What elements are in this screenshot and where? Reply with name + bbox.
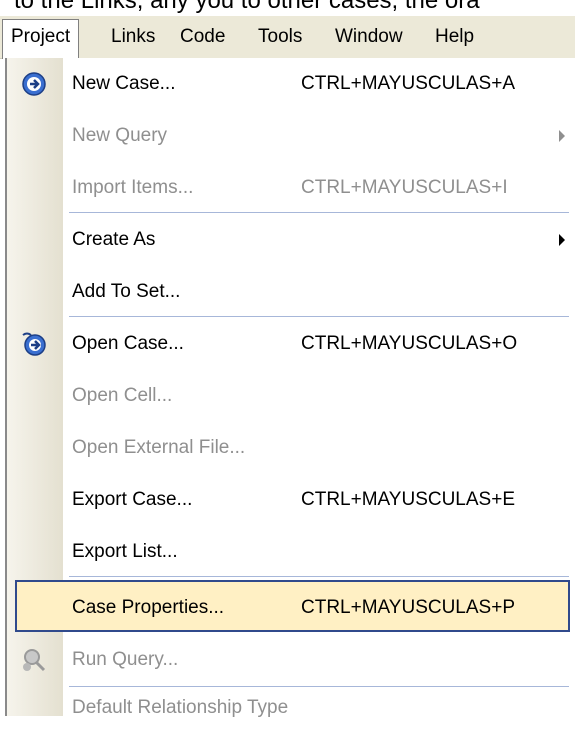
menu-separator [69, 686, 569, 687]
run-query-icon [23, 649, 46, 672]
menu-help[interactable]: Help [427, 20, 482, 54]
menu-item-label: Open Cell... [72, 385, 173, 406]
menu-item-label: New Query [72, 125, 168, 146]
menu-item-create-as[interactable]: Create As [7, 214, 575, 266]
menu-item-default-relationship-type[interactable]: Default Relationship Type [7, 688, 575, 736]
menu-item-export-list[interactable]: Export List... [7, 526, 575, 578]
menu-item-new-query[interactable]: New Query [7, 110, 575, 162]
menu-item-label: Export List... [72, 541, 178, 562]
menu-item-label: Import Items... [72, 177, 194, 198]
menu-item-label: Open Case... [72, 333, 184, 354]
menu-tools[interactable]: Tools [250, 20, 310, 54]
menu-item-shortcut: CTRL+MAYUSCULAS+P [301, 597, 515, 618]
menu-item-new-case[interactable]: New Case... CTRL+MAYUSCULAS+A [7, 58, 575, 110]
menu-item-shortcut: CTRL+MAYUSCULAS+A [301, 73, 515, 94]
menu-item-label: Create As [72, 229, 156, 250]
new-case-icon [22, 72, 46, 96]
menu-item-run-query[interactable]: Run Query... [7, 634, 575, 686]
menu-code[interactable]: Code [172, 20, 233, 54]
menu-item-label: Case Properties... [72, 597, 225, 618]
menu-item-label: Run Query... [72, 649, 179, 670]
menu-item-label: New Case... [72, 73, 176, 94]
menu-window[interactable]: Window [327, 20, 411, 54]
menu-project[interactable]: Project [2, 19, 80, 59]
menu-bar: Project Links Code Tools Window Help [0, 16, 575, 59]
menu-separator [69, 576, 569, 577]
project-dropdown-menu: New Case... CTRL+MAYUSCULAS+A New Query … [5, 58, 575, 718]
menu-item-open-case[interactable]: Open Case... CTRL+MAYUSCULAS+O [7, 318, 575, 370]
menu-item-shortcut: CTRL+MAYUSCULAS+O [301, 333, 518, 354]
menu-item-case-properties[interactable]: Case Properties... CTRL+MAYUSCULAS+P [15, 580, 570, 632]
menu-item-open-external-file[interactable]: Open External File... [7, 422, 575, 474]
menu-item-export-case[interactable]: Export Case... CTRL+MAYUSCULAS+E [7, 474, 575, 526]
submenu-arrow-icon [559, 234, 565, 246]
menu-item-label: Default Relationship Type [72, 697, 289, 718]
menu-item-import-items[interactable]: Import Items... CTRL+MAYUSCULAS+I [7, 162, 575, 214]
background-document-text: to the Links, any you to other cases, th… [14, 0, 480, 14]
menu-separator [69, 316, 569, 317]
menu-item-add-to-set[interactable]: Add To Set... [7, 266, 575, 318]
menu-item-label: Open External File... [72, 437, 246, 458]
menu-separator [69, 212, 569, 213]
submenu-arrow-icon [559, 130, 565, 142]
menu-item-label: Add To Set... [72, 281, 181, 302]
menu-item-shortcut: CTRL+MAYUSCULAS+I [301, 177, 508, 198]
menu-item-shortcut: CTRL+MAYUSCULAS+E [301, 489, 515, 510]
menu-item-label: Export Case... [72, 489, 193, 510]
menu-links[interactable]: Links [103, 20, 163, 54]
menu-item-open-cell[interactable]: Open Cell... [7, 370, 575, 422]
open-case-icon [22, 332, 46, 356]
